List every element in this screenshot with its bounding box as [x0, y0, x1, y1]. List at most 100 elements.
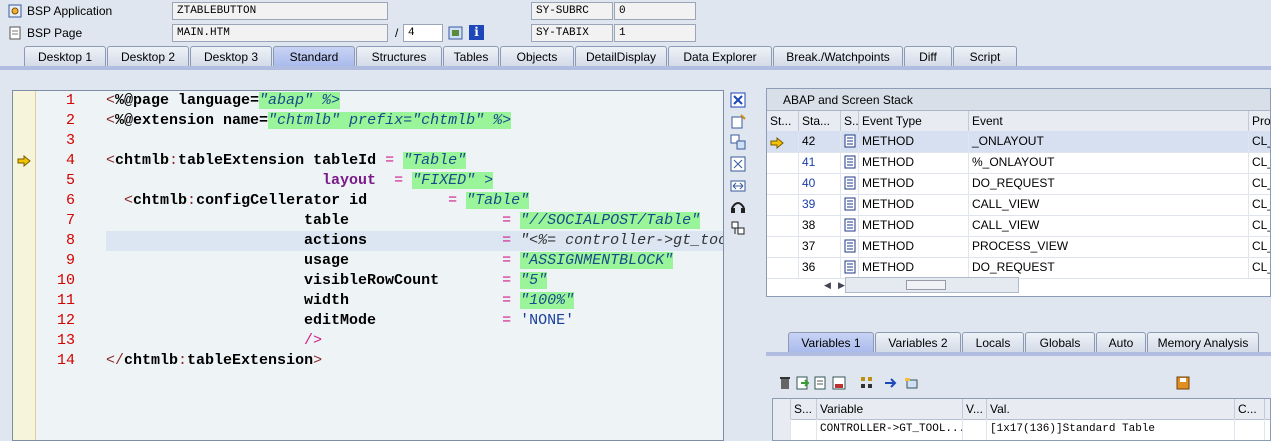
- code-line[interactable]: 5 layout = "FIXED" >: [35, 171, 723, 191]
- stack-status-cell[interactable]: [767, 131, 799, 152]
- export-icon[interactable]: [814, 376, 828, 390]
- col-header-s[interactable]: S...: [841, 111, 859, 131]
- tab-globals[interactable]: Globals: [1025, 332, 1095, 353]
- stack-event-type-cell[interactable]: METHOD: [859, 152, 969, 173]
- variable-name-cell[interactable]: CONTROLLER->GT_TOOL...: [817, 419, 963, 440]
- col-header-value[interactable]: Val.: [987, 399, 1235, 419]
- tab-variables-1[interactable]: Variables 1: [788, 332, 874, 353]
- col-header-program[interactable]: Prog: [1249, 111, 1270, 131]
- page-count-field[interactable]: 4: [403, 24, 443, 42]
- bsp-application-field[interactable]: ZTABLEBUTTON: [172, 2, 388, 20]
- stack-program-cell[interactable]: CL_B: [1249, 194, 1270, 215]
- stack-event-cell[interactable]: PROCESS_VIEW: [969, 236, 1249, 257]
- tab-structures[interactable]: Structures: [356, 46, 442, 67]
- watch-tool-icon[interactable]: [730, 198, 746, 214]
- tab-objects[interactable]: Objects: [500, 46, 574, 67]
- code-line[interactable]: 6 <chtmlb:configCellerator id = "Table": [35, 191, 723, 211]
- tab-desktop-3[interactable]: Desktop 3: [190, 46, 272, 67]
- object-tool-icon[interactable]: [730, 220, 746, 236]
- stack-type-icon-cell[interactable]: [841, 131, 859, 152]
- scroll-left-icon[interactable]: ◀: [824, 278, 831, 292]
- stack-level-cell[interactable]: 42: [799, 131, 841, 152]
- tab-diff[interactable]: Diff: [904, 46, 952, 67]
- code-text[interactable]: </chtmlb:tableExtension>: [106, 351, 723, 371]
- swap-tool-icon[interactable]: [730, 134, 746, 150]
- code-text[interactable]: [106, 131, 723, 151]
- save-icon[interactable]: [1176, 376, 1190, 390]
- code-line[interactable]: 8 actions = "<%= controller->gt_toolbar …: [35, 231, 723, 251]
- stack-event-type-cell[interactable]: METHOD: [859, 215, 969, 236]
- stack-status-cell[interactable]: [767, 215, 799, 236]
- stack-row[interactable]: 37 METHODPROCESS_VIEWCL_B: [767, 236, 1270, 258]
- scroll-thumb-icon[interactable]: [906, 280, 946, 290]
- stack-type-icon-cell[interactable]: [841, 152, 859, 173]
- maximize-tool-icon[interactable]: [730, 156, 746, 172]
- tab-memory-analysis[interactable]: Memory Analysis: [1147, 332, 1259, 353]
- code-line[interactable]: 13 />: [35, 331, 723, 351]
- stack-event-type-cell[interactable]: METHOD: [859, 194, 969, 215]
- code-text[interactable]: actions = "<%= controller->gt_toolbar %>…: [106, 231, 723, 251]
- stack-row[interactable]: 40 METHODDO_REQUESTCL_B: [767, 173, 1270, 195]
- stack-type-icon-cell[interactable]: [841, 236, 859, 257]
- tab-data-explorer[interactable]: Data Explorer: [668, 46, 772, 67]
- code-line[interactable]: 12 editMode = 'NONE': [35, 311, 723, 331]
- stack-program-cell[interactable]: CL_B: [1249, 257, 1270, 278]
- code-text[interactable]: <%@extension name="chtmlb" prefix="chtml…: [106, 111, 723, 131]
- stack-level-cell[interactable]: 40: [799, 173, 841, 194]
- hierarchy-icon[interactable]: [860, 376, 874, 390]
- tab-locals[interactable]: Locals: [962, 332, 1024, 353]
- stack-program-cell[interactable]: CL_B: [1249, 236, 1270, 257]
- code-text[interactable]: table = "//SOCIALPOST/Table": [106, 211, 723, 231]
- code-line[interactable]: 2 <%@extension name="chtmlb" prefix="chtm…: [35, 111, 723, 131]
- bsp-page-field[interactable]: MAIN.HTM: [172, 24, 388, 42]
- stack-status-cell[interactable]: [767, 194, 799, 215]
- tab-standard[interactable]: Standard: [273, 46, 355, 67]
- stack-event-cell[interactable]: CALL_VIEW: [969, 194, 1249, 215]
- stack-event-cell[interactable]: _ONLAYOUT: [969, 131, 1249, 152]
- code-line[interactable]: 3: [35, 131, 723, 151]
- code-text[interactable]: width = "100%": [106, 291, 723, 311]
- new-tool-icon[interactable]: [730, 114, 746, 130]
- code-text[interactable]: usage = "ASSIGNMENTBLOCK": [106, 251, 723, 271]
- code-line[interactable]: 14 </chtmlb:tableExtension>: [35, 351, 723, 371]
- code-text[interactable]: layout = "FIXED" >: [106, 171, 723, 191]
- source-editor[interactable]: 1 <%@page language="abap" %> 2 <%@extension…: [12, 90, 724, 441]
- stack-status-cell[interactable]: [767, 173, 799, 194]
- tab-script[interactable]: Script: [953, 46, 1017, 67]
- variable-value-cell[interactable]: [1x17(136)]Standard Table: [987, 419, 1235, 440]
- stack-type-icon-cell[interactable]: [841, 215, 859, 236]
- col-header-event-type[interactable]: Event Type: [859, 111, 969, 131]
- stack-row[interactable]: 41 METHOD%_ONLAYOUTCL_C: [767, 152, 1270, 174]
- stack-type-icon-cell[interactable]: [841, 194, 859, 215]
- tab-desktop-2[interactable]: Desktop 2: [107, 46, 189, 67]
- col-header-v[interactable]: V...: [963, 399, 987, 419]
- code-line[interactable]: 7 table = "//SOCIALPOST/Table": [35, 211, 723, 231]
- stack-type-icon-cell[interactable]: [841, 173, 859, 194]
- col-header-status[interactable]: St...: [767, 111, 799, 131]
- stack-status-cell[interactable]: [767, 257, 799, 278]
- editor-gutter[interactable]: [13, 91, 36, 440]
- stack-level-cell[interactable]: 39: [799, 194, 841, 215]
- stack-event-cell[interactable]: %_ONLAYOUT: [969, 152, 1249, 173]
- code-text[interactable]: />: [106, 331, 723, 351]
- col-header-event[interactable]: Event: [969, 111, 1249, 131]
- col-header-c[interactable]: C...: [1235, 399, 1265, 419]
- stack-program-cell[interactable]: CL_C: [1249, 131, 1270, 152]
- stack-level-cell[interactable]: 38: [799, 215, 841, 236]
- stack-level-cell[interactable]: 41: [799, 152, 841, 173]
- code-line[interactable]: 1 <%@page language="abap" %>: [35, 91, 723, 111]
- stack-level-cell[interactable]: 36: [799, 257, 841, 278]
- stack-program-cell[interactable]: CL_B: [1249, 173, 1270, 194]
- import-icon[interactable]: [796, 376, 810, 390]
- code-line[interactable]: 9 usage = "ASSIGNMENTBLOCK": [35, 251, 723, 271]
- resize-tool-icon[interactable]: [730, 178, 746, 194]
- tab-tables[interactable]: Tables: [443, 46, 499, 67]
- stack-event-cell[interactable]: CALL_VIEW: [969, 215, 1249, 236]
- stack-program-cell[interactable]: CL_B: [1249, 215, 1270, 236]
- stack-status-cell[interactable]: [767, 152, 799, 173]
- col-header-stack-level[interactable]: Sta...: [799, 111, 841, 131]
- close-tool-icon[interactable]: [730, 92, 746, 108]
- stack-program-cell[interactable]: CL_C: [1249, 152, 1270, 173]
- stack-event-type-cell[interactable]: METHOD: [859, 173, 969, 194]
- code-text[interactable]: <chtmlb:tableExtension tableId = "Table": [106, 151, 723, 171]
